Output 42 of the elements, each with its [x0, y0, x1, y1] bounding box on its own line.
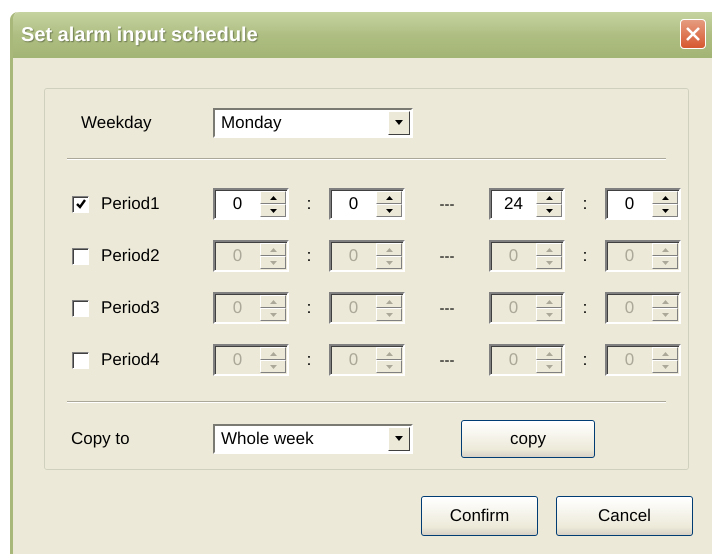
dash-separator: --- [438, 352, 456, 368]
period-label: Period3 [101, 298, 161, 318]
time-spinner[interactable]: 24 [489, 188, 565, 220]
colon-separator: : [582, 194, 588, 214]
colon-separator: : [582, 246, 588, 266]
copy-button[interactable]: copy [461, 420, 595, 458]
colon-separator: : [306, 298, 312, 318]
window-title: Set alarm input schedule [21, 24, 258, 46]
spin-down-icon[interactable] [652, 204, 678, 217]
dash-separator: --- [438, 300, 456, 316]
spin-up-icon[interactable] [376, 191, 402, 204]
copy-to-dropdown[interactable]: Whole week [213, 424, 413, 454]
dash-separator: --- [438, 196, 456, 212]
weekday-label: Weekday [81, 113, 153, 133]
period-checkbox[interactable] [72, 196, 89, 212]
dash-separator: --- [438, 248, 456, 264]
spin-up-icon[interactable] [652, 191, 678, 204]
period-checkbox[interactable] [72, 248, 89, 264]
period-label: Period1 [101, 194, 161, 214]
dialog-button[interactable]: Confirm [421, 496, 538, 536]
time-spinner[interactable]: 0 [329, 188, 405, 220]
colon-separator: : [306, 350, 312, 370]
spin-down-icon[interactable] [260, 204, 286, 217]
period-checkbox[interactable] [72, 300, 89, 316]
period-label: Period2 [101, 246, 161, 266]
period-checkbox[interactable] [72, 352, 89, 368]
spin-up-icon[interactable] [260, 191, 286, 204]
copy-to-label: Copy to [71, 429, 131, 449]
period-label: Period4 [101, 350, 161, 370]
time-spinner[interactable]: 0 [213, 188, 289, 220]
colon-separator: : [582, 350, 588, 370]
close-icon [685, 26, 701, 42]
spin-down-icon[interactable] [536, 204, 562, 217]
close-button[interactable] [680, 19, 706, 49]
spin-up-icon[interactable] [536, 191, 562, 204]
dialog-button[interactable]: Cancel [556, 496, 693, 536]
colon-separator: : [306, 194, 312, 214]
colon-separator: : [582, 298, 588, 318]
weekday-dropdown[interactable]: Monday [213, 108, 413, 138]
colon-separator: : [306, 246, 312, 266]
spin-down-icon[interactable] [376, 204, 402, 217]
time-spinner[interactable]: 0 [605, 188, 681, 220]
